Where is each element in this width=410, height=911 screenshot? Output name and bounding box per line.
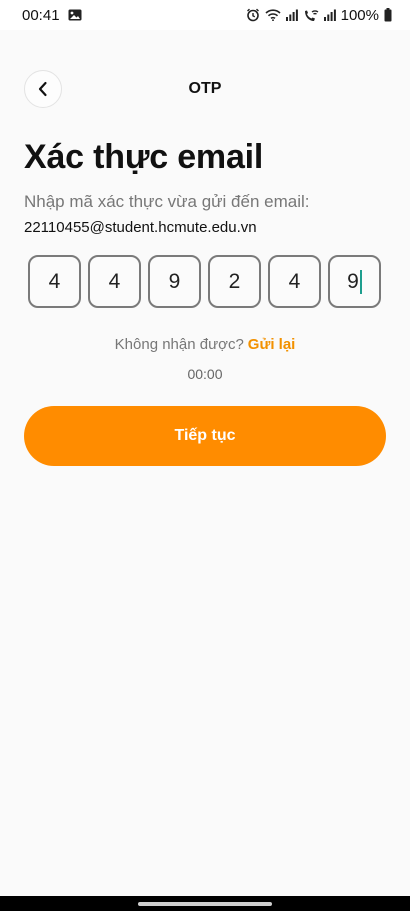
status-time: 00:41: [22, 6, 60, 24]
otp-digit-6[interactable]: 9: [328, 255, 381, 308]
otp-digit-5[interactable]: 4: [268, 255, 321, 308]
otp-digit-1[interactable]: 4: [28, 255, 81, 308]
resend-prompt: Không nhận được?: [114, 336, 244, 353]
email-address: 22110455@student.hcmute.edu.vn: [24, 219, 257, 236]
countdown-timer: 00:00: [187, 366, 223, 382]
otp-digit-2[interactable]: 4: [88, 255, 141, 308]
alarm-icon: [246, 8, 260, 22]
otp-digit-value: 4: [108, 269, 121, 293]
resend-link[interactable]: Gửi lại: [248, 336, 296, 353]
otp-input-group: 4 4 9 2 4 9: [28, 255, 381, 308]
resend-row: Không nhận được? Gửi lại: [0, 336, 410, 353]
text-caret: [359, 269, 362, 294]
page-title: Xác thực email: [24, 138, 264, 176]
wifi-calling-icon: [303, 9, 319, 22]
otp-digit-value: 2: [228, 269, 241, 293]
battery-percent: 100%: [340, 6, 379, 24]
navigation-bar: [0, 896, 410, 911]
status-right: 100%: [246, 7, 392, 24]
signal-icon-2: [323, 9, 336, 21]
header-title: OTP: [188, 80, 222, 97]
image-icon: [68, 9, 82, 21]
header: OTP: [24, 70, 386, 110]
status-bar: 00:41 100%: [0, 0, 410, 30]
continue-button-label: Tiếp tục: [174, 427, 236, 444]
otp-digit-4[interactable]: 2: [208, 255, 261, 308]
otp-digit-value: 4: [48, 269, 61, 293]
otp-digit-value: 9: [168, 269, 181, 293]
battery-icon: [384, 8, 392, 22]
continue-button[interactable]: Tiếp tục: [24, 406, 386, 466]
signal-icon: [285, 9, 298, 21]
status-left: 00:41: [22, 7, 82, 24]
subtitle: Nhập mã xác thực vừa gửi đến email:: [24, 192, 310, 211]
otp-digit-3[interactable]: 9: [148, 255, 201, 308]
otp-digit-value: 9: [347, 269, 359, 293]
home-indicator[interactable]: [138, 901, 272, 906]
otp-digit-value: 4: [288, 269, 301, 293]
wifi-icon: [265, 9, 281, 21]
